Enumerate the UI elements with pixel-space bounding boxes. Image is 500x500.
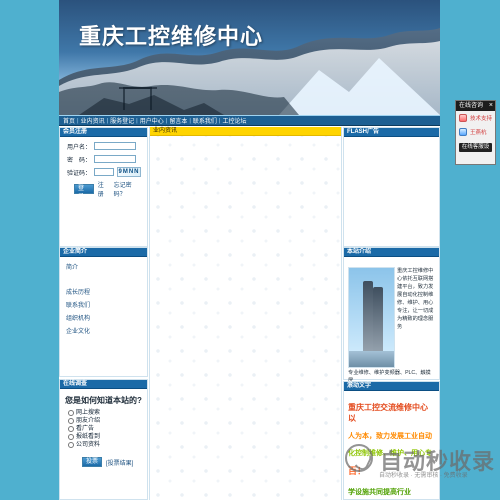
nav-separator: | — [189, 117, 191, 124]
poll-radio[interactable] — [68, 426, 74, 432]
consult-footer[interactable]: 在线客服设 — [459, 143, 492, 152]
nav-item-contact[interactable]: 联系我们 — [191, 116, 219, 125]
flash-ad-title: FLASH广告 — [344, 128, 439, 137]
captcha-image: 9MNN — [117, 167, 141, 177]
nav-separator: | — [106, 117, 109, 124]
company-intro-link-organization[interactable]: 组织机构 — [66, 313, 141, 326]
username-label: 用户名： — [66, 144, 91, 151]
poll-option-label: 朋友介绍 — [76, 418, 101, 424]
company-intro-link-history[interactable]: 成长历程 — [66, 287, 141, 300]
member-login-title: 会员注册 — [60, 128, 147, 137]
company-intro-panel: 企业简介 简介 成长历程 联系我们 组织机构 企业文化 — [59, 247, 148, 377]
poll-radio[interactable] — [68, 410, 74, 416]
site-intro-photo — [348, 267, 395, 368]
captcha-row: 验证码： 9MNN — [64, 167, 143, 177]
right-column: FLASH广告 本站介绍 重庆工控维修中心依托互联网搭建平台，致力发展自动化控制… — [343, 127, 440, 500]
poll-option-label: 网上搜索 — [76, 410, 101, 416]
company-intro-link-contact[interactable]: 联系我们 — [66, 300, 141, 313]
forgot-password-link[interactable]: 忘记密码？ — [114, 180, 143, 198]
poll-radio[interactable] — [68, 418, 74, 424]
poll-option[interactable]: 看广告 — [68, 425, 139, 433]
login-actions: 登录 注册 忘记密码？ — [74, 180, 143, 200]
password-row: 密 码： — [64, 154, 143, 164]
poll-options: 网上搜索 朋友介绍 看广告 报纸看到 公司资料 — [60, 409, 147, 449]
nav-item-user-center[interactable]: 用户中心 — [138, 116, 166, 125]
nav-separator: | — [136, 117, 138, 124]
site-title: 重庆工控维修中心 — [79, 24, 264, 49]
nav-item-forum[interactable]: 工控论坛 — [220, 116, 248, 125]
company-intro-link-culture[interactable]: 企业文化 — [66, 326, 141, 339]
online-poll-title: 在线调查 — [60, 380, 147, 389]
left-column: 会员注册 用户名： 密 码： 验证码： 9MNN 登录 注册 忘记密码？ 企业简… — [59, 127, 148, 500]
poll-option[interactable]: 网上搜索 — [68, 409, 139, 417]
username-input[interactable] — [94, 142, 136, 150]
nav-item-service-registration[interactable]: 服务登记 — [108, 116, 136, 125]
consult-header: 在线咨询 × — [456, 101, 495, 111]
scroll-text-panel: 滚动文字 重庆工控交流维修中心以 人为本，致力发展工业自动 化控制维修、维护、用… — [343, 381, 440, 500]
site-intro-content: 重庆工控维修中心依托互联网搭建平台，致力发展自动化控制维修、维护、用心专注，让一… — [344, 257, 439, 384]
poll-question: 您是如何知道本站的? — [65, 396, 142, 405]
avatar — [459, 114, 467, 122]
site-intro-text: 重庆工控维修中心依托互联网搭建平台，致力发展自动化控制维修、维护、用心专注，让一… — [397, 268, 434, 330]
poll-radio[interactable] — [68, 442, 74, 448]
captcha-input[interactable] — [94, 168, 114, 176]
city-ground — [349, 351, 394, 367]
consult-item[interactable]: 技术支持 — [456, 111, 495, 125]
nav-item-home[interactable]: 首页 — [61, 116, 77, 125]
username-row: 用户名： — [64, 141, 143, 151]
top-banner: 重庆工控维修中心 — [59, 0, 440, 115]
scroll-text-line: 化控制维修、维护、用心专 — [348, 450, 432, 457]
company-intro-links: 简介 成长历程 联系我们 组织机构 企业文化 — [60, 257, 147, 344]
nav-separator: | — [165, 117, 168, 124]
poll-option-label: 报纸看到 — [76, 434, 101, 440]
company-intro-link-intro[interactable]: 简介 — [66, 262, 141, 275]
scroll-text-line: 重庆工控交流维修中心以 — [348, 403, 428, 423]
scroll-text-line: 人为本，致力发展工业自动 — [348, 433, 432, 440]
password-label: 密 码： — [66, 157, 91, 164]
register-link[interactable]: 注册 — [98, 180, 110, 198]
nav-item-industry-news[interactable]: 业内资讯 — [79, 116, 107, 125]
nav-item-guestbook[interactable]: 留言本 — [167, 116, 189, 125]
scroll-text-line: 学设施共同提高行业 — [348, 489, 411, 496]
avatar — [459, 128, 467, 136]
scroll-text-line: 百！ — [348, 466, 367, 476]
poll-option[interactable]: 朋友介绍 — [68, 417, 139, 425]
poll-radio[interactable] — [68, 434, 74, 440]
site-page: 重庆工控维修中心 首页 | 业内资讯 | 服务登记 | 用户中心 | 留言本 |… — [59, 0, 440, 500]
password-input[interactable] — [94, 155, 136, 163]
flash-ad-panel: FLASH广告 — [343, 127, 440, 247]
company-intro-title: 企业简介 — [60, 248, 147, 257]
poll-option[interactable]: 公司资料 — [68, 441, 139, 449]
middle-column: 业内资讯 — [149, 127, 342, 500]
online-consult-widget: 在线咨询 × 技术支持 王燕杭 在线客服设 — [455, 100, 496, 165]
industry-news-title: 业内资讯 — [150, 127, 341, 136]
captcha-label: 验证码： — [66, 170, 91, 177]
site-intro-panel: 本站介绍 重庆工控维修中心依托互联网搭建平台，致力发展自动化控制维修、维护、用心… — [343, 247, 440, 384]
login-button[interactable]: 登录 — [74, 184, 94, 200]
consult-item-label: 王燕杭 — [470, 130, 487, 136]
online-poll-panel: 在线调查 您是如何知道本站的? 网上搜索 朋友介绍 看广告 报纸看到 公司资料 … — [59, 379, 148, 500]
login-form: 用户名： 密 码： 验证码： 9MNN 登录 注册 忘记密码？ — [60, 137, 147, 200]
poll-option[interactable]: 报纸看到 — [68, 433, 139, 441]
main-nav: 首页 | 业内资讯 | 服务登记 | 用户中心 | 留言本 | 联系我们 | 工… — [59, 115, 440, 126]
poll-option-label: 公司资料 — [76, 442, 101, 448]
mountain-banner — [59, 0, 440, 115]
member-login-panel: 会员注册 用户名： 密 码： 验证码： 9MNN 登录 注册 忘记密码？ — [59, 127, 148, 247]
consult-item-label: 技术支持 — [470, 116, 493, 122]
close-icon[interactable]: × — [489, 101, 493, 111]
content-columns: 会员注册 用户名： 密 码： 验证码： 9MNN 登录 注册 忘记密码？ 企业简… — [59, 127, 440, 500]
poll-option-label: 看广告 — [76, 426, 95, 432]
scroll-text-lines: 重庆工控交流维修中心以 人为本，致力发展工业自动 化控制维修、维护、用心专 百！… — [344, 391, 439, 497]
vote-results-link[interactable]: [投票结果] — [106, 458, 133, 467]
poll-actions: 投票 [投票结果] — [60, 449, 147, 467]
vote-button[interactable]: 投票 — [82, 457, 103, 467]
scroll-text-title: 滚动文字 — [344, 382, 439, 391]
consult-title: 在线咨询 — [459, 103, 484, 109]
consult-item[interactable]: 王燕杭 — [456, 125, 495, 139]
nav-separator: | — [218, 117, 221, 124]
nav-separator: | — [77, 117, 79, 124]
site-intro-title: 本站介绍 — [344, 248, 439, 257]
